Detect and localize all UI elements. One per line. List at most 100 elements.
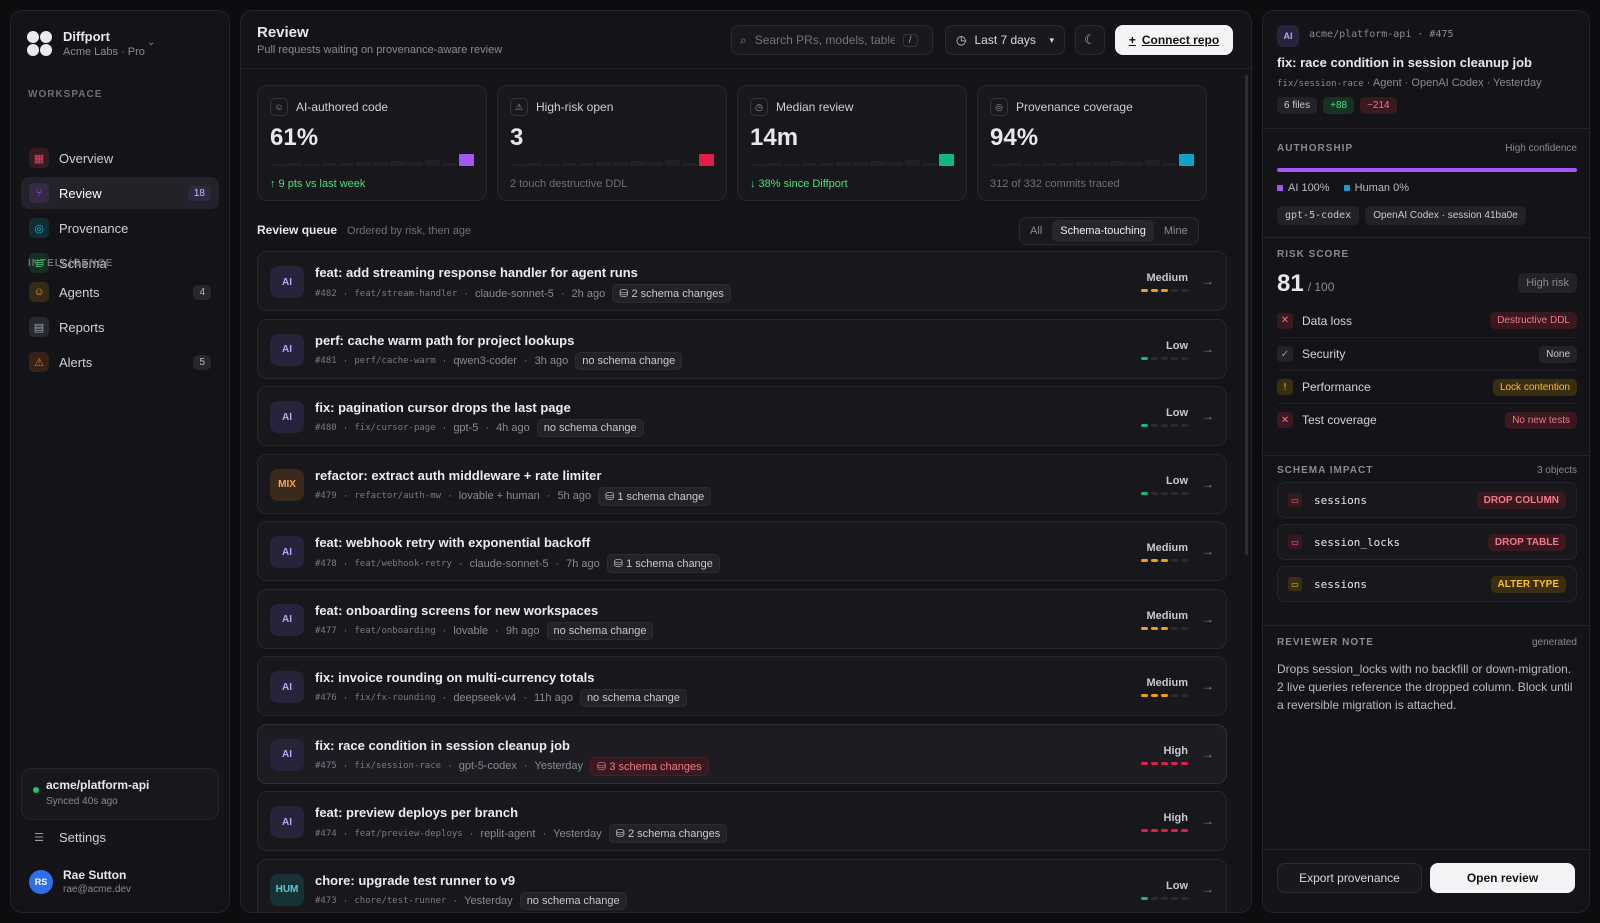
pr-title[interactable]: chore: upgrade test runner to v9 — [315, 873, 515, 888]
risk-score-number: 81 — [1277, 270, 1304, 297]
arrow-right-icon[interactable]: → — [1202, 679, 1214, 693]
sparkline-bar — [990, 164, 1006, 166]
sidebar-item-label: Alerts — [59, 354, 93, 370]
risk-segment — [1151, 559, 1158, 562]
separator: · — [542, 827, 547, 840]
separator: · — [523, 692, 527, 704]
scrollbar[interactable] — [1245, 75, 1248, 555]
risk-segment — [1151, 424, 1158, 427]
separator: · — [343, 827, 348, 840]
repo-status-card[interactable]: acme/platform-api Synced 40s ago — [21, 768, 219, 820]
tab-mine[interactable]: Mine — [1156, 220, 1196, 242]
chevron-updown-icon[interactable]: ⌄ — [147, 37, 155, 48]
tab-all[interactable]: All — [1022, 220, 1050, 242]
pr-title[interactable]: fix: race condition in session cleanup j… — [315, 738, 570, 753]
pr-number: #481 — [315, 355, 337, 366]
pr-title[interactable]: feat: webhook retry with exponential bac… — [315, 535, 590, 550]
reviewer-note-section: REVIEWER NOTE generated Drops session_lo… — [1277, 637, 1577, 714]
sidebar-item-alerts[interactable]: ⚠ Alerts 5 — [21, 346, 219, 378]
separator: · — [343, 760, 348, 772]
table-row[interactable]: AI feat: onboarding screens for new works… — [257, 588, 1227, 649]
pr-model: claude-sonnet-5 — [469, 557, 549, 570]
sidebar-item-agents[interactable]: ☺ Agents 4 — [21, 276, 219, 308]
risk-segment — [1181, 761, 1188, 765]
arrow-right-icon[interactable]: → — [1202, 814, 1214, 828]
pr-number: #480 — [315, 423, 337, 433]
sidebar-item-provenance[interactable]: ◎ Provenance — [21, 212, 219, 244]
pr-title[interactable]: feat: add streaming response handler for… — [315, 265, 638, 280]
stat-header: ⚠ High-risk open — [510, 98, 714, 116]
schema-object-row[interactable]: ▭ sessions ALTER TYPE — [1277, 566, 1577, 602]
separator: · — [458, 557, 463, 570]
arrow-right-icon[interactable]: → — [1202, 477, 1214, 491]
table-row[interactable]: AI feat: add streaming response handler f… — [257, 251, 1227, 311]
schema-object-name: sessions — [1314, 577, 1367, 591]
table-row[interactable]: HUM chore: upgrade test runner to v9 #473 ·… — [257, 858, 1227, 912]
arrow-right-icon[interactable]: → — [1202, 274, 1214, 288]
stat-card: ◎ Provenance coverage 94% 312 of 332 commit… — [977, 85, 1207, 201]
theme-toggle-button[interactable]: ☾ — [1075, 25, 1105, 55]
separator: · — [343, 287, 348, 300]
sliders-icon: ☰ — [34, 831, 44, 844]
pr-meta: #480 · fix/cursor-page · gpt-5 · 4h ago no sche… — [315, 419, 644, 437]
pr-age: 3h ago — [534, 354, 569, 367]
table-row[interactable]: AI fix: race condition in session cleanup… — [257, 723, 1227, 784]
arrow-right-icon[interactable]: → — [1202, 882, 1214, 896]
risk-segment — [1141, 896, 1148, 900]
pr-branch: feat/stream-handler — [354, 288, 458, 299]
risk-label: Medium — [1146, 542, 1188, 554]
search-box[interactable]: ⌕ / — [731, 25, 933, 55]
table-row[interactable]: AI feat: preview deploys per branch #474 · f… — [257, 791, 1227, 851]
pr-title[interactable]: fix: pagination cursor drops the last pa… — [315, 400, 571, 415]
workspace-switcher[interactable]: Diffport Acme Labs · Pro — [27, 29, 145, 58]
risk-segment — [1171, 424, 1178, 427]
pr-title[interactable]: fix: invoice rounding on multi-currency … — [315, 670, 595, 685]
table-row[interactable]: MIX refactor: extract auth middleware + r… — [257, 453, 1227, 514]
export-provenance-button[interactable]: Export provenance — [1277, 863, 1422, 893]
separator: · — [453, 894, 458, 907]
arrow-right-icon[interactable]: → — [1202, 747, 1214, 761]
sidebar-item-overview[interactable]: ▦ Overview — [21, 142, 219, 174]
sparkline-bar — [458, 154, 475, 166]
risk-segment — [1171, 559, 1178, 562]
sidebar-item-reports[interactable]: ▤ Reports — [21, 311, 219, 343]
sidebar-item-review[interactable]: ⑂ Review 18 — [21, 177, 219, 209]
connect-repo-button[interactable]: + Connect repo — [1115, 25, 1233, 55]
schema-change-chip: ⛁ 3 schema changes — [590, 756, 709, 776]
pr-title[interactable]: refactor: extract auth middleware + rate… — [315, 468, 601, 483]
pr-age: Yesterday — [553, 827, 602, 840]
table-row[interactable]: AI perf: cache warm path for project look… — [257, 318, 1227, 379]
table-row[interactable]: AI fix: invoice rounding on multi-currenc… — [257, 656, 1227, 716]
stat-footnote: ↑ 9 pts vs last week — [270, 178, 366, 190]
user-profile[interactable]: RS Rae Sutton rae@acme.dev — [29, 868, 131, 895]
pr-title[interactable]: perf: cache warm path for project lookup… — [315, 333, 574, 348]
schema-object-row[interactable]: ▭ sessions DROP COLUMN — [1277, 482, 1577, 518]
schema-object-row[interactable]: ▭ session_locks DROP TABLE — [1277, 524, 1577, 560]
arrow-right-icon[interactable]: → — [1202, 544, 1214, 558]
sparkline-bar — [698, 154, 715, 166]
sidebar-item-count: 5 — [193, 354, 211, 370]
stat-sparkline — [990, 152, 1195, 166]
table-row[interactable]: AI fix: pagination cursor drops the last … — [257, 386, 1227, 446]
author-type-badge: AI — [270, 536, 304, 568]
sparkline-bar — [750, 164, 766, 166]
arrow-right-icon[interactable]: → — [1202, 612, 1214, 626]
pr-number: #474 — [315, 828, 337, 839]
arrow-right-icon[interactable]: → — [1202, 409, 1214, 423]
sparkline-bar — [424, 160, 440, 166]
table-row[interactable]: AI feat: webhook retry with exponential b… — [257, 521, 1227, 581]
search-input[interactable] — [754, 33, 895, 47]
sidebar-item-count: 18 — [187, 185, 211, 201]
sparkline-bar — [853, 162, 869, 166]
sidebar-item-settings[interactable]: ☰ Settings — [21, 821, 219, 853]
sparkline-bar — [921, 163, 937, 166]
pr-model: replit-agent — [480, 827, 536, 840]
pr-title[interactable]: feat: preview deploys per branch — [315, 805, 518, 820]
risk-segment — [1161, 896, 1168, 900]
tab-schema-touching[interactable]: Schema-touching — [1052, 220, 1154, 242]
pr-title[interactable]: feat: onboarding screens for new workspa… — [315, 603, 598, 618]
sparkline-bar — [270, 164, 286, 166]
open-review-button[interactable]: Open review — [1430, 863, 1575, 893]
date-range-select[interactable]: ◷ Last 7 days ▾ — [945, 25, 1065, 55]
arrow-right-icon[interactable]: → — [1202, 342, 1214, 356]
